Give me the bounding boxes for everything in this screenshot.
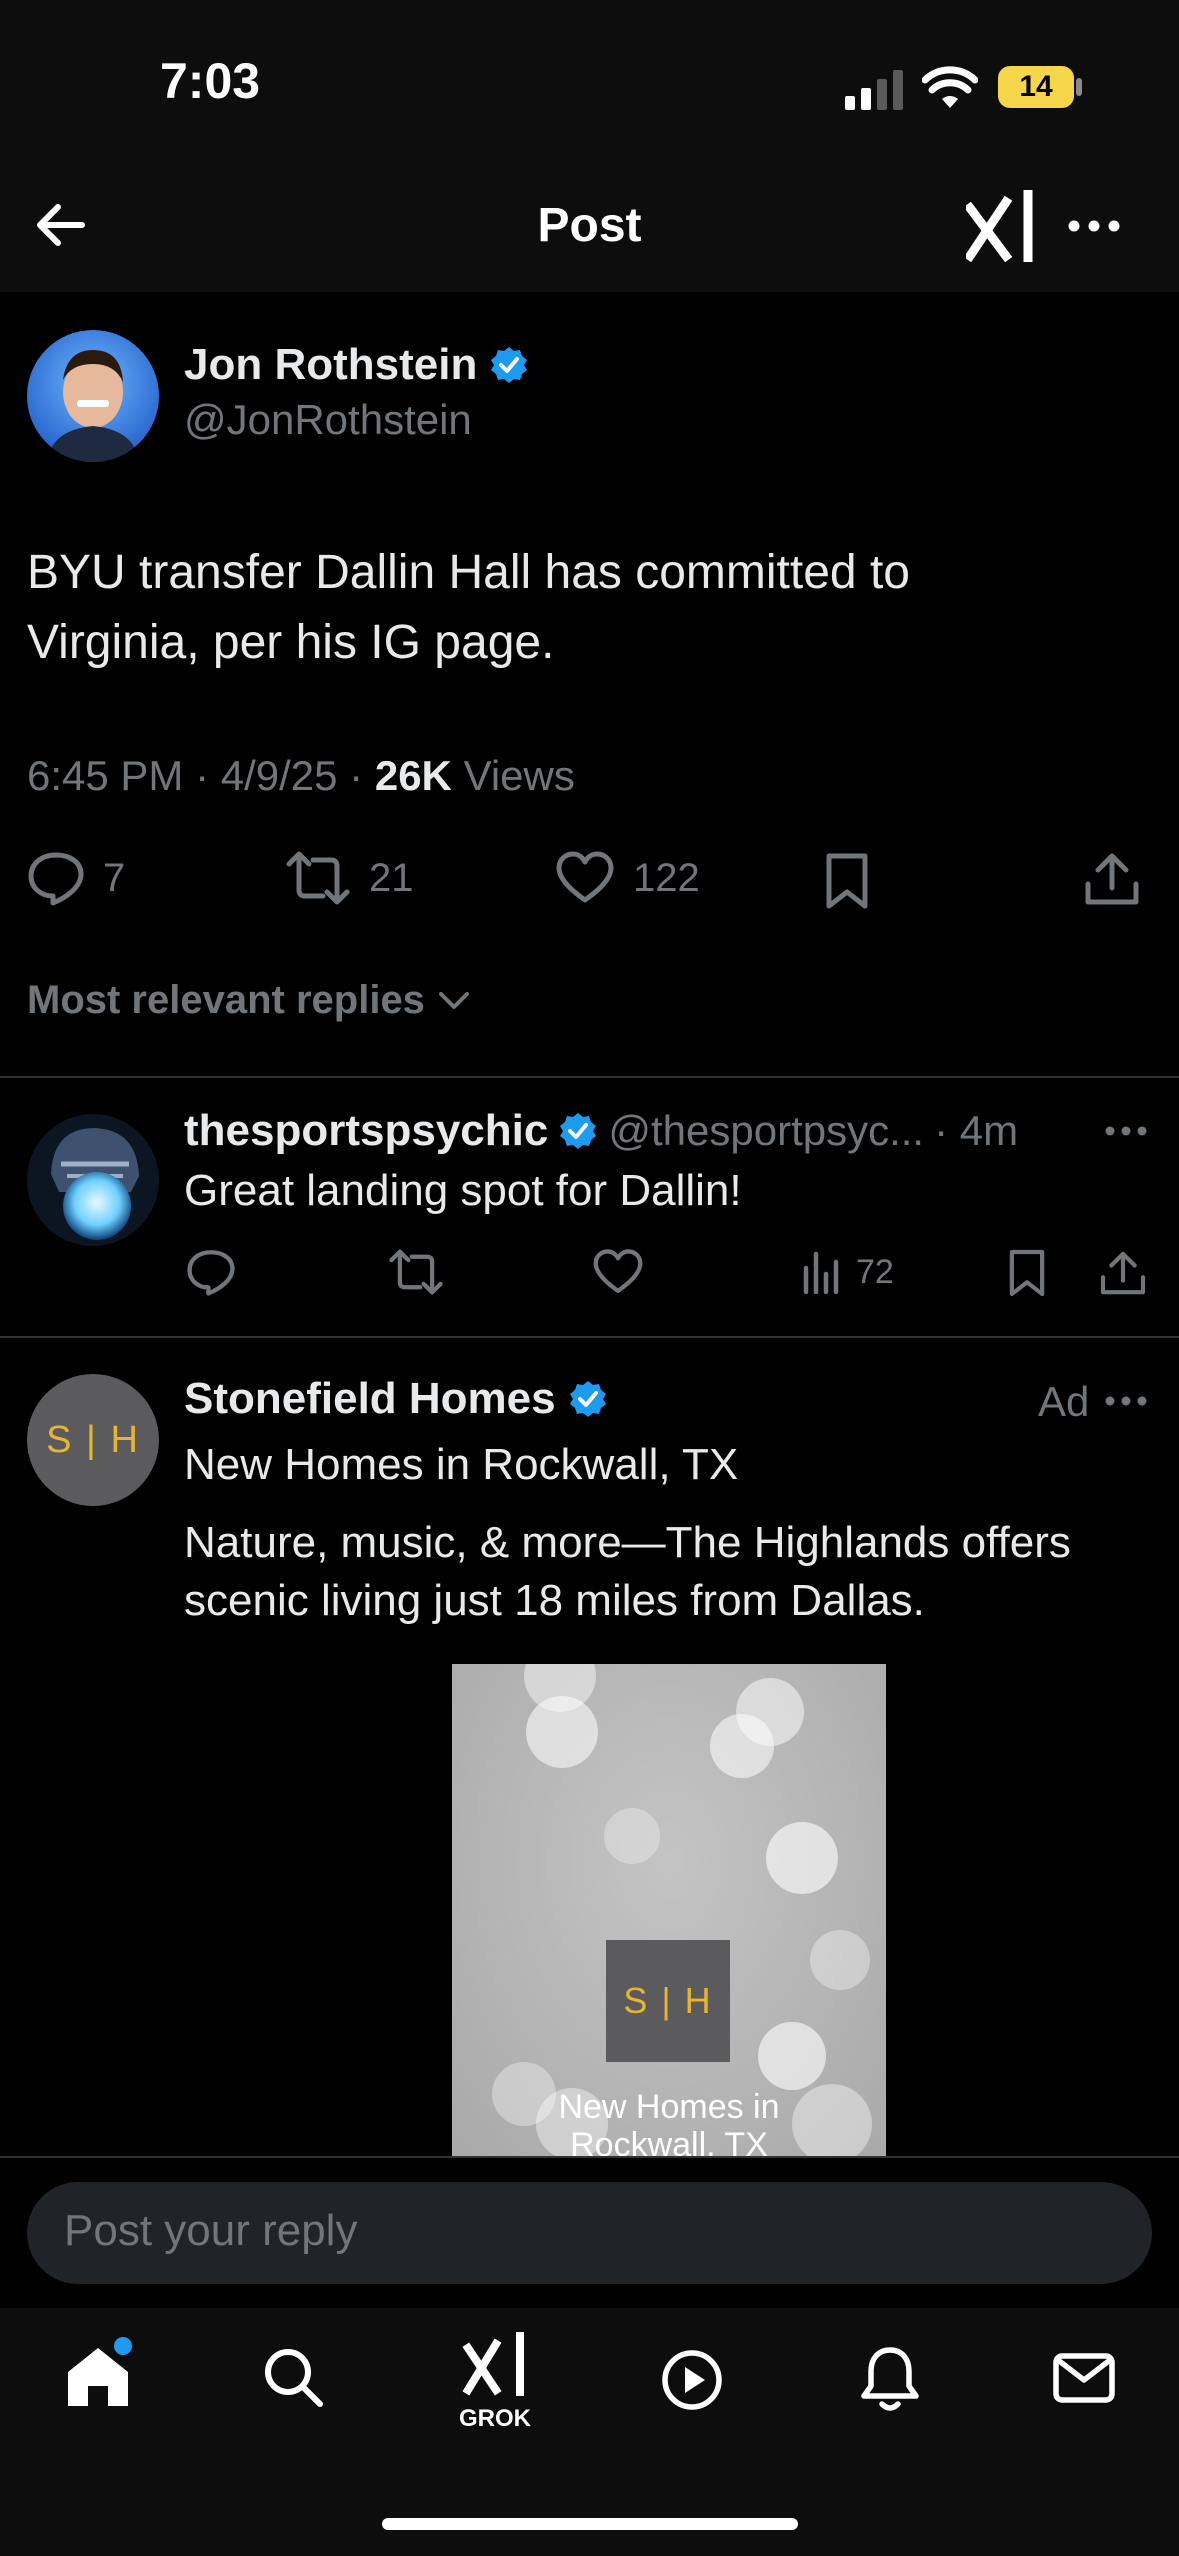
post-text: BYU transfer Dallin Hall has committed t… [27,538,910,678]
replies-sort-label: Most relevant replies [27,978,425,1022]
reply-comment-icon[interactable] [186,1248,236,1296]
verified-badge-icon [491,347,528,383]
author-handle[interactable]: @JonRothstein [184,396,472,444]
divider [0,1076,1179,1078]
reply-author-handle[interactable]: @thesportpsyc... [608,1107,924,1155]
reply-author-name[interactable]: thesportspsychic [184,1106,548,1156]
ad-label: Ad [1038,1378,1090,1425]
verified-badge-icon [569,1381,606,1417]
author-name[interactable]: Jon Rothstein [184,340,477,390]
ad-media-caption-line-1: New Homes in [558,2088,780,2126]
repost-action[interactable]: 21 [285,850,414,906]
more-options-icon[interactable] [1066,218,1122,234]
repost-icon [286,851,350,905]
search-icon[interactable] [262,2346,326,2410]
reply-more-icon[interactable] [1104,1124,1148,1138]
reply-header: thesportspsychic @thesportpsyc... · 4m [184,1106,1018,1156]
author-avatar[interactable] [27,330,159,462]
ad-media-caption: New Homes in Rockwall, TX [452,2088,886,2156]
reply-input-placeholder: Post your reply [64,2206,358,2255]
reply-share-icon[interactable] [1098,1248,1148,1298]
ad-more-icon[interactable] [1104,1394,1148,1408]
post-timestamp: 6:45 PM · 4/9/25 · [27,752,375,799]
ad-body-line-1: Nature, music, & more—The Highlands offe… [184,1518,1071,1567]
ad-media-logo: S | H [606,1940,730,2062]
ad-media-image[interactable]: S | H New Homes in Rockwall, TX [452,1664,886,2156]
ad-body: Nature, music, & more—The Highlands offe… [184,1514,1071,1630]
signal-icon [845,70,903,110]
grok-tab-icon [462,2332,524,2396]
ad-avatar-logo: S | H [46,1418,140,1461]
share-icon[interactable] [1082,850,1142,908]
reply-repost-icon[interactable] [388,1248,444,1296]
grok-icon[interactable] [966,190,1036,262]
reply-views[interactable]: 72 [802,1250,894,1294]
reply-text: Great landing spot for Dallin! [184,1166,742,1215]
reply-avatar[interactable] [27,1114,159,1246]
reply-heart-icon[interactable] [592,1248,644,1296]
reply-bookmark-icon[interactable] [1006,1248,1048,1298]
divider [0,1336,1179,1338]
replies-sort-dropdown[interactable]: Most relevant replies [27,978,471,1023]
battery-indicator: 14 [998,66,1074,108]
post-author-row: Jon Rothstein [184,340,529,390]
ad-media-caption-line-2: Rockwall, TX [570,2126,768,2156]
home-indicator[interactable] [382,2518,798,2530]
verified-badge-icon [560,1113,597,1149]
ad-author-name[interactable]: Stonefield Homes [184,1374,556,1424]
views-label: Views [451,752,575,799]
status-time: 7:03 [160,53,261,109]
messages-mail-icon[interactable] [1052,2350,1116,2406]
bokeh-background [492,1664,872,2156]
post-text-line-1: BYU transfer Dallin Hall has committed t… [27,546,910,599]
divider [0,2156,1179,2158]
ad-body-line-2: scenic living just 18 miles from Dallas. [184,1576,925,1625]
reply-count: 7 [103,855,126,900]
views-chart-icon [803,1251,839,1294]
like-count: 122 [633,855,700,900]
reply-action[interactable]: 7 [27,850,125,906]
chevron-down-icon [438,991,469,1009]
grok-tab-label: GROK [459,2405,531,2432]
reply-icon [28,852,84,906]
ad-avatar[interactable]: S | H [27,1374,159,1506]
heart-icon [556,851,614,903]
grok-tab[interactable]: GROK [454,2332,536,2436]
ad-author-row: Stonefield Homes [184,1374,608,1424]
ad-headline: New Homes in Rockwall, TX [184,1440,739,1489]
post-meta: 6:45 PM · 4/9/25 · 26K Views [27,752,575,800]
video-play-icon[interactable] [660,2348,724,2412]
views-count[interactable]: 26K [375,752,452,799]
reply-time: · 4m [934,1107,1019,1154]
notifications-bell-icon[interactable] [858,2344,922,2414]
notification-dot [114,2337,132,2355]
reply-views-count: 72 [856,1252,894,1291]
repost-count: 21 [369,855,414,900]
battery-cap [1076,78,1082,96]
post-text-line-2: Virginia, per his IG page. [27,616,555,669]
like-action[interactable]: 122 [555,850,700,906]
bookmark-icon[interactable] [822,852,872,910]
ad-media-logo-text: S | H [623,1980,713,2021]
wifi-icon [922,66,978,108]
